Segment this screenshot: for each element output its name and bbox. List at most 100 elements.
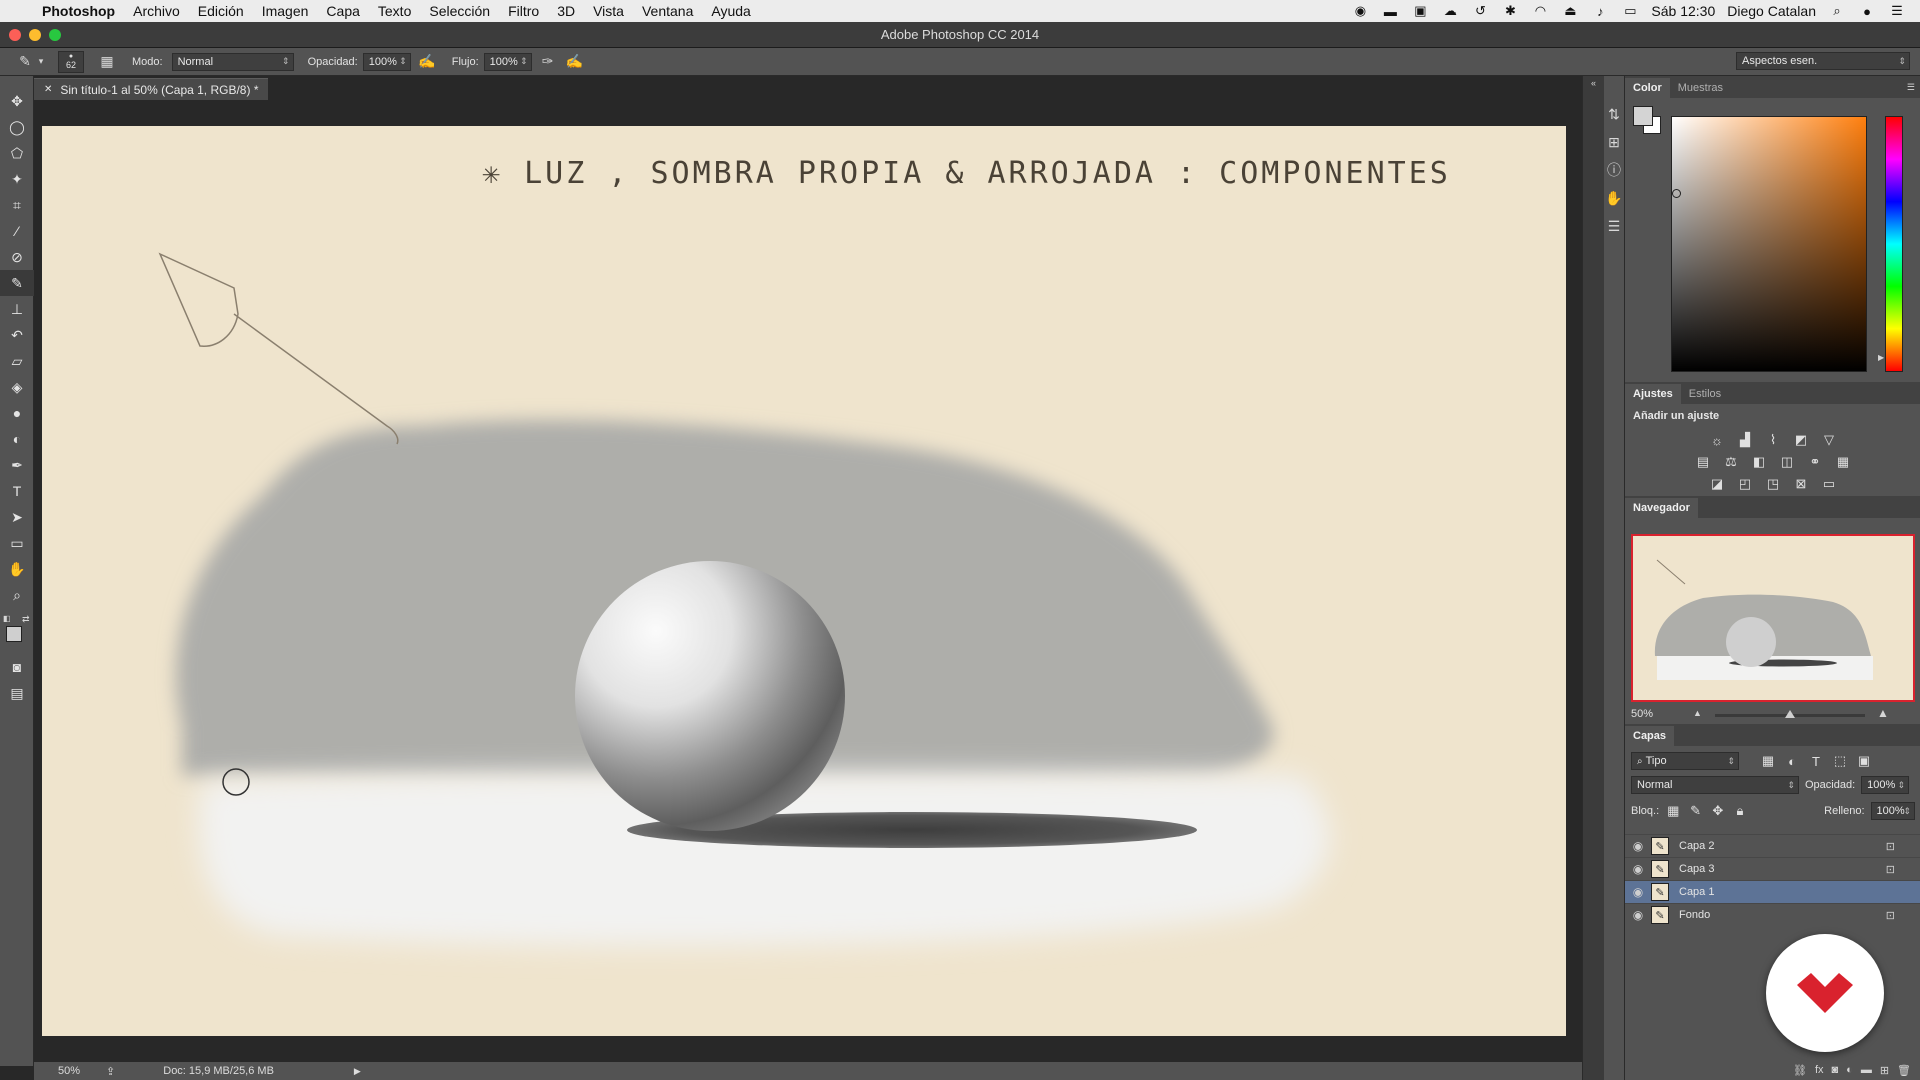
menu-ventana[interactable]: Ventana	[633, 3, 702, 19]
exposure-icon[interactable]: ◩	[1792, 432, 1810, 448]
menu-edicion[interactable]: Edición	[189, 3, 253, 19]
rectangle-tool[interactable]: ▭	[0, 530, 34, 556]
hue-saturation-icon[interactable]: ▤	[1694, 454, 1712, 470]
hand-tool[interactable]: ✋	[0, 556, 34, 582]
layer-blend-mode-dropdown[interactable]: Normal	[1631, 776, 1799, 794]
layer-row[interactable]: ◉ ✎ Capa 2 ⊡	[1625, 834, 1920, 857]
time-machine-icon[interactable]: ↺	[1471, 3, 1489, 18]
eject-icon[interactable]: ⏏	[1561, 3, 1579, 18]
channel-mixer-icon[interactable]: ⚭	[1806, 454, 1824, 470]
posterize-icon[interactable]: ◰	[1736, 476, 1754, 492]
blur-tool[interactable]: ●	[0, 400, 34, 426]
history-brush-tool[interactable]: ↶	[0, 322, 34, 348]
lock-position-icon[interactable]: ✥	[1710, 803, 1726, 819]
flow-input[interactable]: 100%	[483, 52, 532, 71]
close-window-button[interactable]	[9, 29, 21, 41]
crop-tool[interactable]: ⌗	[0, 192, 34, 218]
brightness-icon[interactable]: ☼	[1708, 432, 1726, 448]
healing-brush-tool[interactable]: ⊘	[0, 244, 34, 270]
layer-name[interactable]: Capa 3	[1679, 863, 1714, 875]
menu-3d[interactable]: 3D	[548, 3, 584, 19]
status-zoom[interactable]: 50%	[58, 1065, 80, 1077]
menu-vista[interactable]: Vista	[584, 3, 633, 19]
preset-dropdown-icon[interactable]: ▾	[36, 52, 46, 72]
levels-icon[interactable]: ▟	[1736, 432, 1754, 448]
black-white-icon[interactable]: ◧	[1750, 454, 1768, 470]
type-tool[interactable]: T	[0, 478, 34, 504]
layer-name[interactable]: Capa 1	[1679, 886, 1714, 898]
navigator-preview[interactable]	[1631, 534, 1915, 702]
tab-estilos[interactable]: Estilos	[1681, 384, 1729, 404]
menubar-user[interactable]: Diego Catalan	[1727, 3, 1816, 19]
color-picker-field[interactable]	[1671, 116, 1867, 372]
hue-slider-marker-icon[interactable]: ▶	[1878, 353, 1884, 362]
tab-capas[interactable]: Capas	[1625, 726, 1675, 746]
airbrush-icon[interactable]: ✑	[537, 52, 559, 72]
layer-fill-input[interactable]: 100%	[1870, 802, 1915, 820]
filter-type-icon[interactable]: T	[1807, 753, 1825, 769]
threshold-icon[interactable]: ◳	[1764, 476, 1782, 492]
window-icon[interactable]: ▣	[1411, 3, 1429, 18]
new-layer-icon[interactable]: ⊞	[1880, 1064, 1889, 1077]
visibility-eye-icon[interactable]: ◉	[1625, 862, 1651, 876]
lock-pixels-icon[interactable]: ✎	[1687, 803, 1703, 819]
magic-wand-tool[interactable]: ✦	[0, 166, 34, 192]
menu-imagen[interactable]: Imagen	[253, 3, 318, 19]
creative-cloud-icon[interactable]: ☁	[1441, 3, 1459, 18]
new-adjustment-icon[interactable]: ◐	[1846, 1064, 1853, 1076]
zoom-tool[interactable]: ⌕	[0, 582, 34, 608]
close-tab-icon[interactable]: ✕	[44, 84, 52, 95]
vibrance-icon[interactable]: ▽	[1820, 432, 1838, 448]
visibility-eye-icon[interactable]: ◉	[1625, 908, 1651, 922]
zoom-out-icon[interactable]: ▲	[1693, 708, 1702, 718]
zoom-window-button[interactable]	[49, 29, 61, 41]
gradient-map-icon[interactable]: ▭	[1820, 476, 1838, 492]
record-icon[interactable]: ◉	[1351, 3, 1369, 18]
menu-capa[interactable]: Capa	[317, 3, 368, 19]
quick-mask-button[interactable]: ◙	[0, 654, 34, 680]
swap-colors-icon[interactable]: ⇄	[22, 614, 30, 625]
info-panel-icon[interactable]: ⓘ	[1604, 156, 1624, 184]
document-tab[interactable]: ✕ Sin título-1 al 50% (Capa 1, RGB/8) *	[34, 78, 269, 100]
foreground-color-swatch[interactable]	[1633, 106, 1653, 126]
menu-filtro[interactable]: Filtro	[499, 3, 548, 19]
screen-mode-button[interactable]: ▤	[0, 680, 34, 706]
layer-opacity-input[interactable]: 100%	[1861, 776, 1910, 794]
mode-dropdown[interactable]: Normal	[171, 52, 294, 71]
zoom-slider-knob[interactable]	[1785, 710, 1795, 718]
lock-all-icon[interactable]: 🔒︎	[1732, 803, 1748, 819]
selective-color-icon[interactable]: ⊠	[1792, 476, 1810, 492]
default-colors-icon[interactable]: ◧	[3, 614, 11, 623]
color-lookup-icon[interactable]: ▦	[1834, 454, 1852, 470]
polygon-lasso-tool[interactable]: ⬠	[0, 140, 34, 166]
filter-pixel-icon[interactable]: ▦	[1759, 753, 1777, 769]
filter-adjustment-icon[interactable]: ◐	[1783, 753, 1801, 769]
tab-muestras[interactable]: Muestras	[1670, 78, 1731, 98]
tab-ajustes[interactable]: Ajustes	[1625, 384, 1681, 404]
photo-filter-icon[interactable]: ◫	[1778, 454, 1796, 470]
collapse-dock-icon[interactable]: «	[1583, 78, 1604, 88]
menubar-clock[interactable]: Sáb 12:30	[1651, 3, 1715, 19]
minimize-window-button[interactable]	[29, 29, 41, 41]
color-balance-icon[interactable]: ⚖	[1722, 454, 1740, 470]
brush-size-picker[interactable]: ● 62	[58, 50, 84, 73]
menu-seleccion[interactable]: Selección	[420, 3, 499, 19]
stamp-tool[interactable]: ⊥	[0, 296, 34, 322]
dodge-tool[interactable]: ◐	[0, 426, 34, 452]
bluetooth-icon[interactable]: ✱	[1501, 3, 1519, 18]
invert-icon[interactable]: ◪	[1708, 476, 1726, 492]
lock-transparency-icon[interactable]: ▦	[1665, 803, 1681, 819]
lasso-tool[interactable]: ◯	[0, 114, 34, 140]
eyedropper-tool[interactable]: ⁄	[0, 218, 34, 244]
layer-row-selected[interactable]: ◉ ✎ Capa 1	[1625, 880, 1920, 903]
color-swatches[interactable]: ◧ ⇄	[0, 614, 33, 654]
layer-row[interactable]: ◉ ✎ Capa 3 ⊡	[1625, 857, 1920, 880]
pressure-size-icon[interactable]: ✍	[564, 52, 586, 72]
layer-row[interactable]: ◉ ✎ Fondo ⊡	[1625, 903, 1920, 926]
brush-tool-preset-icon[interactable]: ✎	[14, 52, 36, 72]
add-mask-icon[interactable]: ◙	[1832, 1064, 1839, 1076]
brush-tool[interactable]: ✎	[0, 270, 34, 296]
tool-presets-icon[interactable]: ☰	[1604, 212, 1624, 240]
tab-navegador[interactable]: Navegador	[1625, 498, 1698, 518]
menu-app-photoshop[interactable]: Photoshop	[38, 3, 124, 19]
